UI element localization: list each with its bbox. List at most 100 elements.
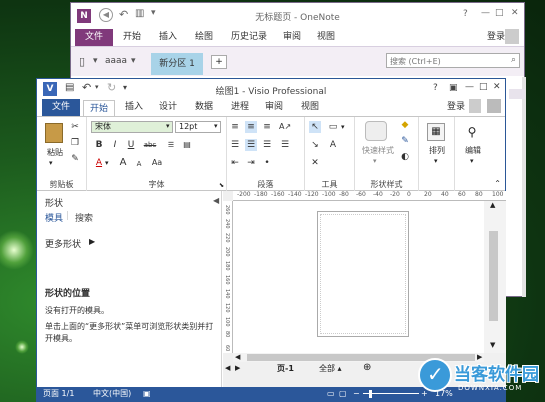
- connection-point-icon[interactable]: ✕: [309, 157, 321, 169]
- bullet-list-icon[interactable]: •: [261, 157, 273, 169]
- full-screen-icon[interactable]: ▢: [339, 387, 347, 401]
- user-photo[interactable]: [487, 99, 501, 113]
- tab-review[interactable]: 审阅: [265, 99, 283, 116]
- visio-file-tab[interactable]: 文件: [42, 99, 80, 116]
- search-icon[interactable]: ⌕: [511, 55, 516, 65]
- language-status[interactable]: 中文(中国): [93, 387, 131, 401]
- align-center-icon[interactable]: ☰: [245, 139, 257, 151]
- font-size-dropdown-icon[interactable]: ▾: [214, 122, 218, 130]
- increase-indent-icon[interactable]: ⇥: [245, 157, 257, 169]
- format-painter-icon[interactable]: ✎: [69, 153, 81, 165]
- notebook-toggle-icon[interactable]: ▾: [93, 56, 98, 66]
- font-name-dropdown-icon[interactable]: ▾: [166, 122, 170, 130]
- onenote-search-box[interactable]: 搜索 (Ctrl+E) ⌕: [386, 53, 520, 68]
- close-button[interactable]: ✕: [493, 82, 501, 92]
- shape-tool-dropdown-icon[interactable]: ▾: [341, 123, 345, 131]
- tab-insert[interactable]: 插入: [125, 99, 143, 116]
- align-middle-icon[interactable]: ≡: [245, 121, 257, 133]
- italic-button[interactable]: I: [109, 139, 121, 151]
- onenote-tab-review[interactable]: 审阅: [283, 29, 301, 46]
- page-nav-right-icon[interactable]: ▶: [235, 364, 240, 372]
- arrange-button[interactable]: 排列: [419, 145, 455, 156]
- align-left-icon[interactable]: ☰: [229, 139, 241, 151]
- font-color-dropdown-icon[interactable]: ▾: [105, 159, 109, 167]
- bullets-icon[interactable]: ☰: [165, 139, 177, 151]
- arrange-icon[interactable]: ▦: [427, 123, 445, 141]
- help-icon[interactable]: ?: [433, 83, 438, 93]
- all-pages-button[interactable]: 全部 ▴: [319, 363, 342, 374]
- align-right-icon[interactable]: ☰: [261, 139, 273, 151]
- onenote-tab-view[interactable]: 视图: [317, 29, 335, 46]
- text-orientation-icon[interactable]: A↗: [279, 121, 291, 133]
- bold-button[interactable]: B: [93, 139, 105, 151]
- cut-icon[interactable]: ✂: [69, 121, 81, 133]
- notebook-name[interactable]: aaaa: [105, 56, 127, 66]
- paste-button[interactable]: 粘贴: [41, 147, 69, 158]
- decrease-indent-icon[interactable]: ⇤: [229, 157, 241, 169]
- page-tab[interactable]: 页-1: [277, 363, 294, 374]
- macro-icon[interactable]: ▣: [143, 387, 151, 401]
- scroll-down-icon[interactable]: ▼: [490, 341, 495, 349]
- strikethrough-button[interactable]: abc: [141, 139, 159, 151]
- scroll-left-icon[interactable]: ◀: [235, 353, 240, 361]
- onenote-file-tab[interactable]: 文件: [75, 29, 113, 46]
- zoom-slider-thumb[interactable]: [369, 390, 372, 398]
- stencils-tab[interactable]: 模具: [45, 211, 63, 224]
- zoom-out-icon[interactable]: −: [353, 387, 360, 401]
- shrink-font-button[interactable]: A: [133, 158, 145, 170]
- tab-view[interactable]: 视图: [301, 99, 319, 116]
- onenote-tab-insert[interactable]: 插入: [159, 29, 177, 46]
- minimize-button[interactable]: —: [481, 8, 490, 18]
- vertical-scroll-thumb[interactable]: [489, 231, 498, 321]
- drawing-page[interactable]: [317, 211, 409, 337]
- notebook-icon[interactable]: ▯: [79, 55, 85, 68]
- underline-button[interactable]: U: [125, 139, 137, 151]
- paste-icon[interactable]: [45, 123, 63, 143]
- rectangle-tool-icon[interactable]: ▭: [327, 121, 339, 133]
- collapse-panel-icon[interactable]: ◀: [213, 196, 219, 205]
- align-bottom-icon[interactable]: ≡: [261, 121, 273, 133]
- effects-icon[interactable]: ◐: [399, 151, 411, 163]
- change-case-button[interactable]: Aa: [149, 157, 165, 169]
- fill-icon[interactable]: ◆: [399, 119, 411, 131]
- more-shapes-arrow-icon[interactable]: ▶: [89, 237, 95, 246]
- add-section-button[interactable]: +: [211, 55, 227, 69]
- add-page-button[interactable]: ⊕: [363, 362, 371, 373]
- quick-styles-button[interactable]: 快速样式: [355, 145, 401, 156]
- visio-signin[interactable]: 登录: [447, 99, 465, 116]
- onenote-page-tab[interactable]: [509, 89, 525, 99]
- text-tool-icon[interactable]: A: [327, 139, 339, 151]
- tab-data[interactable]: 数据: [195, 99, 213, 116]
- more-shapes-button[interactable]: 更多形状: [45, 237, 81, 250]
- user-avatar[interactable]: [505, 29, 519, 44]
- vertical-scrollbar[interactable]: ▲ ▼: [484, 201, 506, 353]
- onenote-scrollbar[interactable]: [522, 77, 526, 297]
- drawing-canvas[interactable]: [233, 201, 484, 353]
- paste-dropdown-icon[interactable]: ▾: [49, 159, 53, 167]
- quick-styles-dropdown-icon[interactable]: ▾: [373, 157, 377, 165]
- onenote-tab-draw[interactable]: 绘图: [195, 29, 213, 46]
- justify-icon[interactable]: ☰: [279, 139, 291, 151]
- search-input[interactable]: 搜索 (Ctrl+E): [390, 56, 441, 67]
- font-name-select[interactable]: 宋体: [91, 121, 173, 133]
- minimize-button[interactable]: —: [465, 82, 474, 92]
- line-icon[interactable]: ✎: [399, 135, 411, 147]
- text-block-icon[interactable]: ▤: [181, 139, 193, 151]
- notebook-dropdown-icon[interactable]: ▾: [131, 56, 136, 66]
- tab-design[interactable]: 设计: [159, 99, 177, 116]
- ribbon-display-options-icon[interactable]: ▣: [449, 83, 458, 93]
- connector-tool-icon[interactable]: ↘: [309, 139, 321, 151]
- quick-styles-icon[interactable]: [365, 121, 387, 141]
- align-top-icon[interactable]: ≡: [229, 121, 241, 133]
- font-dialog-launcher-icon[interactable]: ⬊: [219, 182, 224, 189]
- maximize-button[interactable]: □: [495, 8, 504, 18]
- page-number-status[interactable]: 页面 1/1: [43, 387, 74, 401]
- onenote-signin[interactable]: 登录: [487, 29, 505, 46]
- tab-process[interactable]: 进程: [231, 99, 249, 116]
- close-button[interactable]: ✕: [511, 8, 519, 18]
- binoculars-icon[interactable]: ⚲: [463, 123, 481, 141]
- pointer-tool-icon[interactable]: ↖: [309, 121, 321, 133]
- onenote-tab-history[interactable]: 历史记录: [231, 29, 267, 46]
- onenote-tab-home[interactable]: 开始: [123, 29, 141, 46]
- tab-home[interactable]: 开始: [83, 100, 116, 117]
